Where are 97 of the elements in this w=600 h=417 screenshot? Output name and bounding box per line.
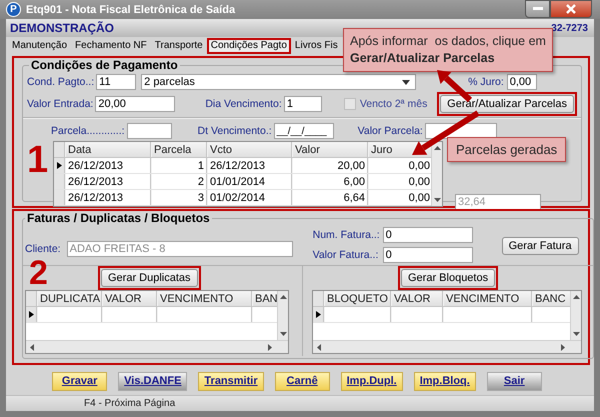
column-header[interactable]: VALOR	[391, 291, 443, 306]
field-label: Num. Fatura..:	[312, 229, 381, 241]
scroll-up-icon[interactable]	[434, 146, 440, 150]
table-cell: 01/01/2014	[207, 174, 292, 189]
scroll-left-icon[interactable]	[317, 344, 321, 350]
field-label: Dt Vencimento.:	[198, 125, 272, 137]
table-cell: 2	[151, 174, 207, 189]
row-pointer-icon	[56, 162, 62, 169]
column-header[interactable]: Valor	[292, 142, 368, 157]
total-field: 32,64	[455, 194, 541, 210]
app-icon: P	[6, 2, 21, 17]
column-header[interactable]: DUPLICATA	[37, 291, 102, 306]
window-title: Etq901 - Nota Fiscal Eletrônica de Saída	[26, 4, 236, 16]
action-button[interactable]: Transmitir	[198, 372, 264, 390]
scroll-down-icon[interactable]	[434, 198, 440, 202]
scroll-left-icon[interactable]	[30, 344, 34, 350]
action-button[interactable]: Gravar	[52, 372, 108, 390]
tab[interactable]: Livros Fis	[290, 38, 342, 54]
callout-note: Parcelas geradas	[447, 137, 566, 162]
table-cell: 01/02/2014	[207, 190, 292, 205]
column-header[interactable]: BLOQUETO	[324, 291, 391, 306]
table-cell: 6,00	[292, 174, 368, 189]
group-title: Faturas / Duplicatas / Bloquetos	[26, 212, 211, 225]
tab[interactable]: Transporte	[150, 38, 207, 54]
callout-note: Após informar os dados, clique em Gerar/Atualizar Parcelas	[343, 28, 553, 72]
column-header[interactable]: Data	[65, 142, 151, 157]
group-title: Condições de Pagamento	[30, 58, 179, 72]
minimize-button[interactable]	[525, 0, 550, 18]
scroll-bar[interactable]	[313, 340, 581, 353]
action-button[interactable]: Vis.DANFE	[118, 372, 188, 390]
status-text: F4 - Próxima Página	[84, 398, 176, 409]
field-label: Parcela............:	[51, 125, 125, 137]
scroll-up-icon[interactable]	[280, 295, 286, 299]
company-name: DEMONSTRAÇÃO	[10, 21, 114, 35]
minimize-icon	[532, 7, 542, 11]
input-field[interactable]: 11	[96, 74, 136, 90]
generate-button[interactable]: Gerar Duplicatas	[101, 269, 198, 287]
column-header[interactable]: VENCIMENTO	[157, 291, 252, 306]
scroll-right-icon[interactable]	[561, 344, 565, 350]
input-field[interactable]: 20,00	[95, 96, 176, 112]
column-header[interactable]: Parcela	[151, 142, 207, 157]
scroll-right-icon[interactable]	[268, 344, 272, 350]
table-cell: 26/12/2013	[65, 190, 151, 205]
scroll-bar[interactable]	[431, 142, 442, 206]
table-cell: 26/12/2013	[207, 158, 292, 173]
field-label: Cond. Pagto..:	[27, 76, 94, 88]
scroll-bar[interactable]	[570, 291, 581, 340]
scroll-up-icon[interactable]	[572, 295, 580, 299]
generate-button[interactable]: Gerar Bloquetos	[401, 269, 496, 287]
tab[interactable]: Condições Pagto	[206, 38, 291, 54]
input-field[interactable]: 1	[284, 96, 322, 112]
table-cell: 26/12/2013	[65, 158, 151, 173]
row-indicator[interactable]	[54, 158, 65, 173]
generate-invoice-button[interactable]: Gerar Fatura	[502, 237, 579, 255]
field-label: Valor Entrada:	[27, 98, 94, 110]
input-field: ADAO FREITAS - 8	[66, 241, 293, 257]
action-button[interactable]: Imp.Bloq.	[414, 372, 476, 390]
input-field[interactable]: 0	[382, 247, 473, 263]
scroll-bar[interactable]	[277, 291, 288, 340]
table-cell: 6,64	[292, 190, 368, 205]
field-label: Valor Fatura..:	[312, 249, 380, 261]
date-field[interactable]: __/__/____	[274, 123, 334, 139]
input-field[interactable]	[126, 123, 172, 139]
field-label: Dia Vencimento:	[205, 98, 282, 110]
scroll-down-icon[interactable]	[280, 332, 286, 336]
row-indicator[interactable]	[313, 307, 324, 322]
field-label: % Juro:	[468, 76, 504, 88]
row-indicator[interactable]	[26, 307, 37, 322]
row-pointer-icon	[28, 311, 34, 318]
scroll-bar[interactable]	[26, 340, 288, 353]
dropdown[interactable]: 2 parcelas	[141, 74, 416, 90]
column-header[interactable]: Vcto	[207, 142, 292, 157]
input-field[interactable]: 0,00	[506, 74, 537, 90]
tab[interactable]: Manutenção	[8, 38, 72, 54]
action-button[interactable]: Carnê	[274, 372, 330, 390]
caret-icon	[402, 80, 410, 84]
step-number: 1	[27, 141, 50, 179]
tab[interactable]: Fechamento NF	[71, 38, 151, 54]
scroll-down-icon[interactable]	[572, 332, 580, 336]
field-label: Cliente:	[25, 243, 61, 255]
column-header[interactable]: VENCIMENTO	[443, 291, 532, 306]
column-header[interactable]: VALOR	[102, 291, 157, 306]
table-cell: 3	[151, 190, 207, 205]
table-cell: 20,00	[292, 158, 368, 173]
input-field[interactable]: 0	[382, 227, 473, 243]
close-button[interactable]	[550, 0, 592, 18]
table-cell: 1	[151, 158, 207, 173]
action-button[interactable]: Sair	[486, 372, 542, 390]
table-cell: 26/12/2013	[65, 174, 151, 189]
field-label: Valor Parcela:	[358, 125, 423, 137]
checkbox-label: Vencto 2ª mês	[360, 98, 428, 110]
step-number: 2	[29, 256, 48, 290]
phone-number: 32-7273	[551, 22, 589, 34]
close-icon	[566, 4, 576, 14]
generate-installments-button[interactable]: Gerar/Atualizar Parcelas	[440, 94, 574, 112]
action-button[interactable]: Imp.Dupl.	[340, 372, 403, 390]
row-pointer-icon	[316, 311, 320, 318]
